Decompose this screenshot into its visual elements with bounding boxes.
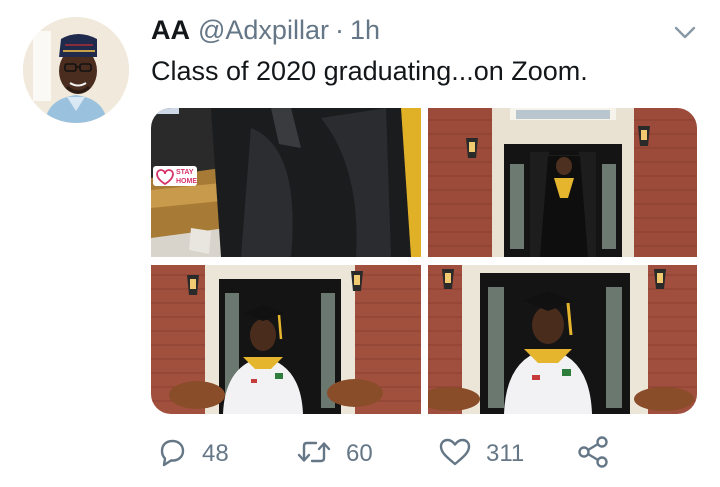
- like-count: 311: [486, 440, 525, 467]
- reply-button[interactable]: 48: [156, 432, 229, 476]
- sticker-text-home: HOME: [176, 178, 197, 185]
- media-tile-wide[interactable]: [428, 108, 697, 257]
- retweet-button[interactable]: 60: [296, 432, 373, 476]
- like-button[interactable]: 311: [438, 432, 524, 476]
- graduate-at-door-medium-photo: [151, 265, 421, 414]
- share-icon: [576, 435, 610, 474]
- display-name[interactable]: AA: [151, 15, 190, 46]
- tweet-header: AA @Adxpillar · 1h: [151, 12, 380, 48]
- avatar-image: [23, 17, 129, 123]
- avatar[interactable]: [23, 17, 129, 123]
- chevron-down-icon[interactable]: [672, 22, 698, 42]
- graduate-at-door-wide-photo: [428, 108, 697, 257]
- user-handle[interactable]: @Adxpillar: [198, 15, 329, 46]
- graduate-at-door-closeup-photo: [428, 265, 697, 414]
- retweet-count: 60: [346, 440, 373, 467]
- gown-closeup-photo: STAY HOME: [151, 108, 421, 257]
- sticker-text-stay: STAY: [176, 169, 194, 176]
- reply-icon: [156, 436, 188, 473]
- share-button[interactable]: [576, 432, 610, 476]
- heart-icon: [438, 436, 472, 473]
- tweet-text: Class of 2020 graduating...on Zoom.: [151, 56, 588, 86]
- separator-dot: ·: [334, 14, 344, 45]
- tweet-actions: 48 60 311: [151, 432, 621, 476]
- media-tile-closeup[interactable]: [428, 265, 697, 414]
- timestamp[interactable]: 1h: [350, 15, 380, 46]
- media-grid: STAY HOME: [151, 108, 697, 414]
- reply-count: 48: [202, 440, 229, 467]
- retweet-icon: [296, 436, 332, 473]
- media-tile-gown[interactable]: STAY HOME: [151, 108, 421, 257]
- media-tile-medium[interactable]: [151, 265, 421, 414]
- stay-home-sticker: STAY HOME: [153, 166, 197, 186]
